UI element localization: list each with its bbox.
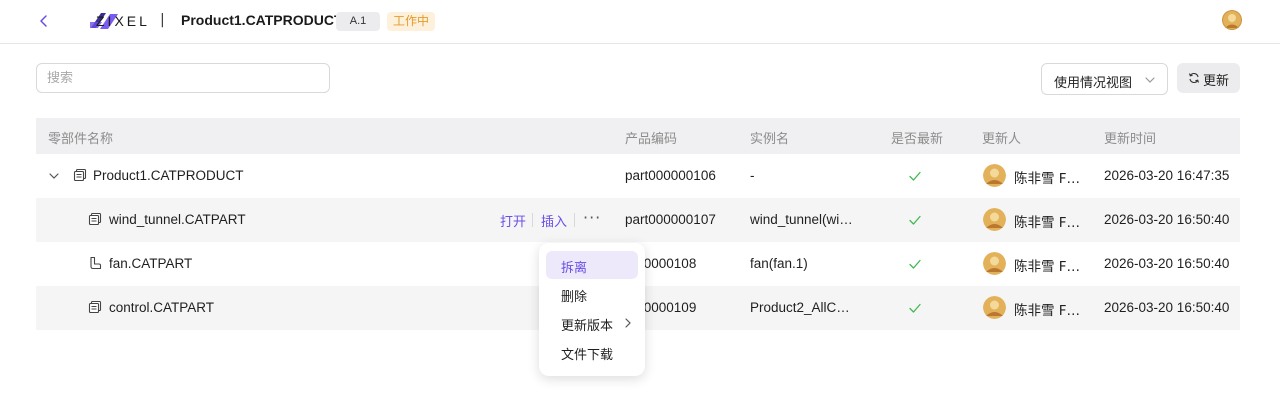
part-icon bbox=[88, 212, 102, 226]
status-badge: 工作中 bbox=[387, 12, 435, 31]
check-icon bbox=[909, 303, 921, 313]
instance-name: fan(fan.1) bbox=[750, 256, 808, 271]
view-select[interactable]: 使用情况视图 bbox=[1041, 63, 1168, 95]
more-actions-button[interactable]: ··· bbox=[583, 208, 601, 227]
version-badge[interactable]: A.1 bbox=[336, 12, 380, 31]
boot-part-icon bbox=[90, 256, 102, 270]
menu-item-label: 更新版本 bbox=[561, 319, 614, 334]
chevron-down-icon bbox=[1145, 77, 1155, 83]
chevron-right-icon bbox=[625, 318, 631, 328]
menu-item-detach[interactable]: 拆离 bbox=[546, 251, 638, 279]
menu-item-file-download[interactable]: 文件下载 bbox=[546, 338, 638, 366]
menu-item-label: 删除 bbox=[561, 290, 588, 305]
menu-item-label: 文件下载 bbox=[561, 348, 614, 363]
update-time: 2026-03-20 16:47:35 bbox=[1104, 168, 1230, 183]
instance-name: - bbox=[750, 168, 755, 183]
part-name: Product1.CATPRODUCT bbox=[93, 168, 244, 183]
updater-name: 陈非雪 F… bbox=[1014, 303, 1081, 319]
avatar bbox=[983, 164, 1006, 187]
column-header-product-code[interactable]: 产品编码 bbox=[625, 128, 677, 147]
avatar bbox=[983, 252, 1006, 275]
update-time: 2026-03-20 16:50:40 bbox=[1104, 300, 1230, 315]
menu-item-update-version[interactable]: 更新版本 bbox=[546, 309, 638, 337]
update-time: 2026-03-20 16:50:40 bbox=[1104, 212, 1230, 227]
table-header: 零部件名称 产品编码 实例名 是否最新 更新人 更新时间 bbox=[36, 118, 1240, 154]
part-name: fan.CATPART bbox=[109, 256, 193, 271]
product-code: part000000107 bbox=[625, 212, 716, 227]
part-icon bbox=[88, 300, 102, 314]
check-icon bbox=[909, 215, 921, 225]
table-row[interactable]: Product1.CATPRODUCT part000000106 - 陈非雪 … bbox=[36, 154, 1240, 198]
column-header-part-name[interactable]: 零部件名称 bbox=[48, 128, 113, 147]
avatar bbox=[983, 208, 1006, 231]
column-header-is-latest[interactable]: 是否最新 bbox=[891, 128, 943, 147]
updater-name: 陈非雪 F… bbox=[1014, 215, 1081, 231]
action-divider bbox=[532, 213, 533, 227]
chevron-down-icon[interactable] bbox=[48, 170, 60, 182]
action-divider bbox=[574, 213, 575, 227]
back-chevron-icon[interactable] bbox=[36, 13, 52, 29]
part-name: wind_tunnel.CATPART bbox=[109, 212, 246, 227]
menu-item-label: 拆离 bbox=[561, 261, 588, 276]
part-name: control.CATPART bbox=[109, 300, 215, 315]
avatar bbox=[983, 296, 1006, 319]
document-title: Product1.CATPRODUCT bbox=[181, 12, 343, 28]
refresh-button[interactable]: 更新 bbox=[1177, 63, 1240, 93]
search-input[interactable] bbox=[36, 63, 330, 93]
menu-item-delete[interactable]: 删除 bbox=[546, 280, 638, 308]
update-time: 2026-03-20 16:50:40 bbox=[1104, 256, 1230, 271]
column-header-instance-name[interactable]: 实例名 bbox=[750, 128, 789, 147]
table-row[interactable]: wind_tunnel.CATPART 打开 插入 ··· part000000… bbox=[36, 198, 1240, 242]
column-header-update-time[interactable]: 更新时间 bbox=[1104, 128, 1156, 147]
open-action-link[interactable]: 打开 bbox=[500, 211, 526, 230]
user-avatar-icon[interactable] bbox=[1222, 10, 1242, 30]
top-header: ZIXEL | Product1.CATPRODUCT A.1 工作中 bbox=[0, 0, 1280, 44]
column-header-updater[interactable]: 更新人 bbox=[982, 128, 1021, 147]
refresh-label: 更新 bbox=[1203, 74, 1230, 89]
product-code: part000000106 bbox=[625, 168, 716, 183]
view-select-value: 使用情况视图 bbox=[1054, 76, 1133, 91]
instance-name: wind_tunnel(wi… bbox=[750, 212, 853, 227]
header-separator: | bbox=[160, 12, 165, 28]
insert-action-link[interactable]: 插入 bbox=[541, 211, 567, 230]
brand-name: ZIXEL bbox=[96, 13, 150, 29]
assembly-icon bbox=[73, 168, 87, 182]
refresh-icon bbox=[1188, 73, 1200, 83]
check-icon bbox=[909, 171, 921, 181]
updater-name: 陈非雪 F… bbox=[1014, 171, 1081, 187]
updater-name: 陈非雪 F… bbox=[1014, 259, 1081, 275]
check-icon bbox=[909, 259, 921, 269]
instance-name: Product2_AllC… bbox=[750, 300, 850, 315]
row-context-menu: 拆离 删除 更新版本 文件下载 bbox=[539, 243, 645, 376]
